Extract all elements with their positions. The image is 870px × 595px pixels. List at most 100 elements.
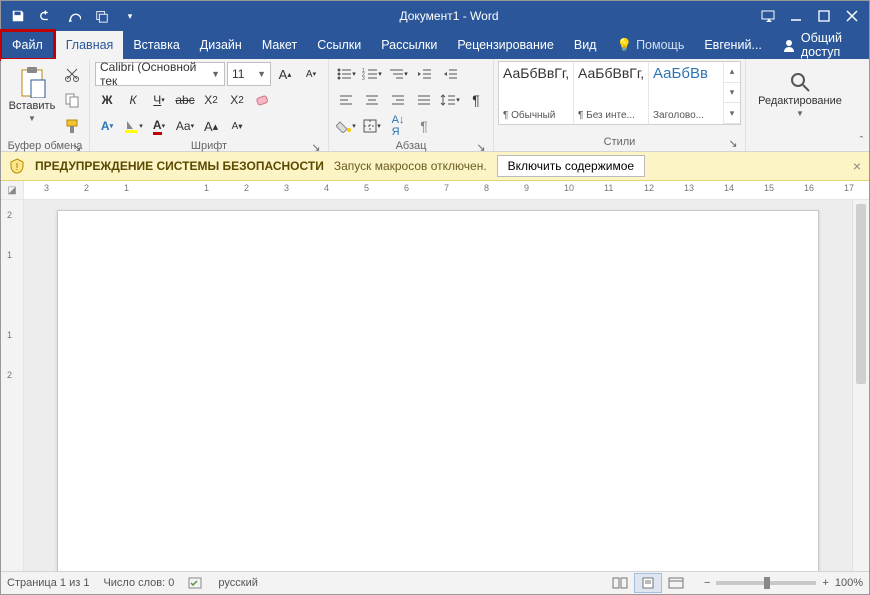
styles-gallery[interactable]: АаБбВвГг,¶ Обычный АаБбВвГг,¶ Без инте..… bbox=[498, 61, 741, 125]
justify-button[interactable] bbox=[412, 88, 436, 112]
clear-format-button[interactable] bbox=[251, 88, 275, 112]
tab-design[interactable]: Дизайн bbox=[190, 31, 252, 59]
minimize-icon[interactable] bbox=[783, 3, 809, 29]
borders-button[interactable]: ▾ bbox=[360, 114, 384, 138]
multilevel-list-button[interactable]: ▾ bbox=[386, 62, 410, 86]
ruler-tick: 2 bbox=[7, 370, 12, 380]
decrease-indent-button[interactable] bbox=[412, 62, 436, 86]
styles-expand-icon[interactable]: ▾ bbox=[724, 103, 740, 124]
enable-content-button[interactable]: Включить содержимое bbox=[497, 155, 645, 177]
share-icon bbox=[782, 38, 796, 52]
horizontal-ruler[interactable]: 3211234567891011121314151617 bbox=[24, 181, 869, 199]
align-center-button[interactable] bbox=[360, 88, 384, 112]
text-effects-button[interactable]: A▾ bbox=[95, 114, 119, 138]
font-color-button[interactable]: A▾ bbox=[147, 114, 171, 138]
group-editing: Редактирование ▼ bbox=[746, 59, 854, 151]
ruler-tick: 3 bbox=[284, 183, 289, 193]
zoom-out-button[interactable]: − bbox=[704, 577, 710, 589]
change-case-button[interactable]: Aa▾ bbox=[173, 114, 197, 138]
page-indicator[interactable]: Страница 1 из 1 bbox=[7, 577, 89, 589]
bullets-button[interactable]: ▾ bbox=[334, 62, 358, 86]
dialog-launcher-icon[interactable]: ↘ bbox=[475, 141, 487, 153]
collapse-ribbon-icon[interactable]: ˆ bbox=[854, 59, 869, 151]
ribbon-options-icon[interactable] bbox=[755, 3, 781, 29]
style-no-spacing[interactable]: АаБбВвГг,¶ Без инте... bbox=[574, 62, 649, 124]
font-size-combo[interactable]: 11▼ bbox=[227, 62, 271, 86]
read-mode-icon[interactable] bbox=[606, 573, 634, 593]
vertical-ruler[interactable]: 2112 bbox=[1, 200, 24, 571]
vertical-scrollbar[interactable] bbox=[852, 200, 869, 571]
close-warning-icon[interactable]: × bbox=[853, 158, 861, 174]
zoom-in-button[interactable]: + bbox=[822, 577, 828, 589]
font-name-combo[interactable]: Calibri (Основной тек▼ bbox=[95, 62, 225, 86]
zoom-handle[interactable] bbox=[764, 577, 770, 589]
line-spacing-button[interactable]: ▾ bbox=[438, 88, 462, 112]
tab-tellme[interactable]: 💡Помощь bbox=[606, 31, 694, 59]
word-count[interactable]: Число слов: 0 bbox=[103, 577, 174, 589]
close-icon[interactable] bbox=[839, 3, 865, 29]
ruler-tick: 17 bbox=[844, 183, 854, 193]
print-layout-icon[interactable] bbox=[634, 573, 662, 593]
style-heading1[interactable]: АаБбВвЗаголово... bbox=[649, 62, 724, 124]
align-left-button[interactable] bbox=[334, 88, 358, 112]
editing-button[interactable]: Редактирование ▼ bbox=[750, 61, 850, 127]
tab-layout[interactable]: Макет bbox=[252, 31, 307, 59]
user-label[interactable]: Евгений... bbox=[694, 31, 772, 59]
tab-home[interactable]: Главная bbox=[56, 31, 124, 59]
document-page[interactable] bbox=[57, 210, 819, 571]
cut-button[interactable] bbox=[60, 62, 84, 86]
superscript-button[interactable]: X2 bbox=[225, 88, 249, 112]
increase-indent-button[interactable] bbox=[438, 62, 462, 86]
ruler-tick: 6 bbox=[404, 183, 409, 193]
undo-icon[interactable] bbox=[33, 3, 59, 29]
dialog-launcher-icon[interactable]: ↘ bbox=[727, 137, 739, 149]
show-marks-button[interactable]: ¶ bbox=[464, 88, 488, 112]
spellcheck-icon[interactable] bbox=[188, 576, 204, 590]
shrink-font2-button[interactable]: A▾ bbox=[225, 114, 249, 138]
language-indicator[interactable]: русский bbox=[218, 577, 257, 589]
tab-view[interactable]: Вид bbox=[564, 31, 607, 59]
numbering-button[interactable]: 123▾ bbox=[360, 62, 384, 86]
strike-button[interactable]: abc bbox=[173, 88, 197, 112]
bold-button[interactable]: Ж bbox=[95, 88, 119, 112]
subscript-button[interactable]: X2 bbox=[199, 88, 223, 112]
styles-scroll-down-icon[interactable]: ▾ bbox=[724, 83, 740, 104]
tab-file[interactable]: Файл bbox=[0, 29, 56, 61]
grow-font-button[interactable]: A▴ bbox=[273, 62, 297, 86]
format-painter-button[interactable] bbox=[60, 114, 84, 138]
zoom-level[interactable]: 100% bbox=[835, 577, 863, 589]
save-icon[interactable] bbox=[5, 3, 31, 29]
show-marks2-button[interactable]: ¶ bbox=[412, 114, 436, 138]
tab-mailings[interactable]: Рассылки bbox=[371, 31, 447, 59]
paste-button[interactable]: Вставить ▼ bbox=[5, 61, 59, 127]
underline-button[interactable]: Ч▾ bbox=[147, 88, 171, 112]
status-bar: Страница 1 из 1 Число слов: 0 русский − … bbox=[1, 571, 869, 594]
qat-dropdown-icon[interactable]: ▾ bbox=[117, 3, 143, 29]
highlight-button[interactable]: ▾ bbox=[121, 114, 145, 138]
grow-font2-button[interactable]: A▴ bbox=[199, 114, 223, 138]
copy-button[interactable] bbox=[60, 88, 84, 112]
security-warning-bar: ! ПРЕДУПРЕЖДЕНИЕ СИСТЕМЫ БЕЗОПАСНОСТИ За… bbox=[1, 152, 869, 181]
align-right-button[interactable] bbox=[386, 88, 410, 112]
scrollbar-thumb[interactable] bbox=[856, 204, 866, 384]
shading-button[interactable]: ▾ bbox=[334, 114, 358, 138]
svg-text:3: 3 bbox=[362, 76, 365, 81]
web-layout-icon[interactable] bbox=[662, 573, 690, 593]
dialog-launcher-icon[interactable]: ↘ bbox=[310, 141, 322, 153]
redo-icon[interactable] bbox=[61, 3, 87, 29]
sort-button[interactable]: A↓Я bbox=[386, 114, 410, 138]
dialog-launcher-icon[interactable]: ↘ bbox=[71, 141, 83, 153]
tab-insert[interactable]: Вставка bbox=[123, 31, 189, 59]
styles-scroll-up-icon[interactable]: ▴ bbox=[724, 62, 740, 83]
ruler-corner[interactable]: ◪ bbox=[1, 181, 24, 199]
tab-review[interactable]: Рецензирование bbox=[447, 31, 564, 59]
shrink-font-button[interactable]: A▾ bbox=[299, 62, 323, 86]
tab-references[interactable]: Ссылки bbox=[307, 31, 371, 59]
style-normal[interactable]: АаБбВвГг,¶ Обычный bbox=[499, 62, 574, 124]
share-button[interactable]: Общий доступ bbox=[772, 31, 869, 59]
customize-icon[interactable] bbox=[89, 3, 115, 29]
zoom-slider[interactable] bbox=[716, 581, 816, 585]
eraser-icon bbox=[254, 92, 272, 108]
maximize-icon[interactable] bbox=[811, 3, 837, 29]
italic-button[interactable]: К bbox=[121, 88, 145, 112]
